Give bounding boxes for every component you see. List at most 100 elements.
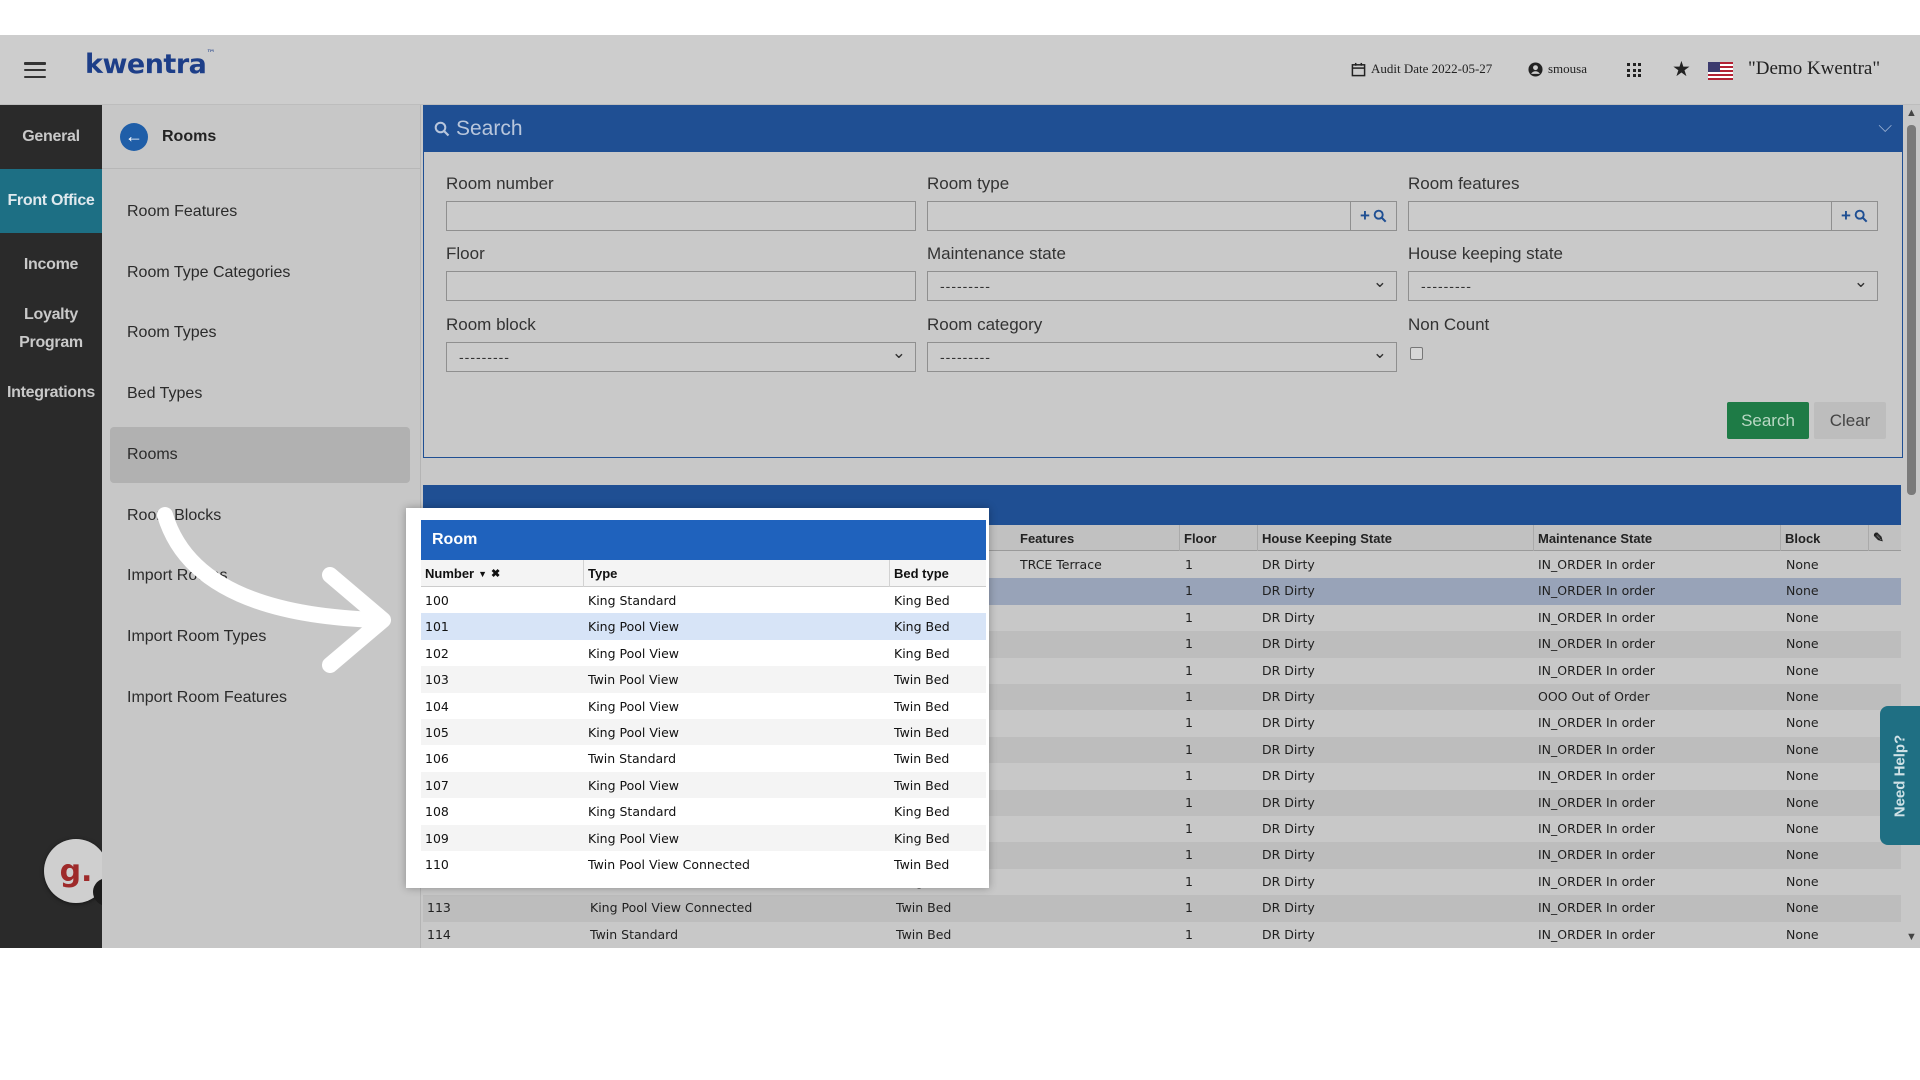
table-row[interactable]: 102 King Pool View King Bed bbox=[421, 640, 986, 666]
col-housekeeping-state[interactable]: House Keeping State bbox=[1258, 525, 1534, 551]
hamburger-menu-icon[interactable] bbox=[24, 62, 46, 78]
room-number-input[interactable] bbox=[446, 201, 916, 231]
col-bed-type[interactable]: Bed type bbox=[890, 560, 986, 587]
table-row[interactable]: 109 King Pool View King Bed bbox=[421, 824, 986, 851]
table-row[interactable]: 103 Twin Pool View Twin Bed bbox=[421, 666, 986, 693]
cell-number: 113 bbox=[427, 900, 451, 916]
cell-maint: IN_ORDER In order bbox=[1538, 900, 1655, 916]
col-block[interactable]: Block bbox=[1781, 525, 1869, 551]
table-row[interactable]: 107 King Pool View Twin Bed bbox=[421, 771, 986, 799]
col-maintenance-state[interactable]: Maintenance State bbox=[1534, 525, 1781, 551]
col-floor[interactable]: Floor bbox=[1180, 525, 1258, 551]
submenu-item-room-types[interactable]: Room Types bbox=[110, 305, 410, 361]
search-button[interactable]: Search bbox=[1727, 402, 1809, 439]
magnifier-icon bbox=[1854, 209, 1868, 223]
cell-bed: Twin Bed bbox=[894, 777, 950, 793]
room-features-lookup-button[interactable]: + bbox=[1831, 202, 1877, 230]
cell-number: 104 bbox=[425, 698, 449, 714]
top-bar: kwentra™ Audit Date 2022-05-27 smousa ★ … bbox=[0, 35, 1920, 105]
maintenance-state-select[interactable]: --------- bbox=[927, 271, 1397, 301]
remove-sort-icon[interactable]: ✖ bbox=[491, 567, 500, 580]
need-help-tab[interactable]: Need Help? bbox=[1880, 706, 1920, 845]
cell-block: None bbox=[1786, 900, 1819, 916]
col-type[interactable]: Type bbox=[584, 560, 890, 587]
cell-type: King Pool View bbox=[588, 830, 679, 846]
nav-loyalty-program[interactable]: Loyalty Program bbox=[0, 297, 102, 361]
cell-hk: DR Dirty bbox=[1262, 768, 1315, 784]
nav-income[interactable]: Income bbox=[0, 233, 102, 297]
col-number[interactable]: Number ▼ ✖ bbox=[421, 560, 584, 587]
submenu-item-bed-types[interactable]: Bed Types bbox=[110, 366, 410, 422]
hotel-name[interactable]: "Demo Kwentra" bbox=[1748, 58, 1880, 80]
cell-type: King Standard bbox=[588, 593, 677, 608]
favorites-star-icon[interactable]: ★ bbox=[1672, 57, 1691, 82]
cell-number: 103 bbox=[425, 672, 449, 688]
cell-bed: Twin Bed bbox=[894, 672, 950, 688]
clear-button[interactable]: Clear bbox=[1814, 402, 1886, 439]
cell-bed: Twin Bed bbox=[894, 751, 950, 767]
room-table-header: Room bbox=[421, 520, 986, 560]
table-row[interactable]: 100 King Standard King Bed bbox=[421, 587, 986, 613]
table-row[interactable]: 108 King Standard King Bed bbox=[421, 798, 986, 824]
table-row[interactable]: 101 King Pool View King Bed bbox=[421, 613, 986, 640]
floor-label: Floor bbox=[446, 244, 485, 263]
table-row[interactable]: 104 King Pool View Twin Bed bbox=[421, 693, 986, 719]
cell-maint: IN_ORDER In order bbox=[1538, 873, 1655, 889]
cell-hk: DR Dirty bbox=[1262, 662, 1315, 678]
us-flag-icon[interactable] bbox=[1708, 62, 1733, 80]
cell-block: None bbox=[1786, 847, 1819, 863]
non-count-checkbox[interactable] bbox=[1410, 347, 1423, 360]
cell-maint: IN_ORDER In order bbox=[1538, 715, 1655, 731]
submenu-item-room-type-categories[interactable]: Room Type Categories bbox=[110, 245, 410, 301]
room-type-lookup-button[interactable]: + bbox=[1350, 202, 1396, 230]
scroll-down-icon[interactable]: ▼ bbox=[1906, 931, 1917, 943]
table-row[interactable]: 106 Twin Standard Twin Bed bbox=[421, 745, 986, 771]
floor-input[interactable] bbox=[446, 271, 916, 301]
cell-maint: OOO Out of Order bbox=[1538, 689, 1650, 704]
submenu-item-import-room-features[interactable]: Import Room Features bbox=[110, 670, 410, 726]
room-features-label: Room features bbox=[1408, 174, 1520, 193]
cell-block: None bbox=[1786, 741, 1819, 757]
cell-floor: 1 bbox=[1185, 794, 1193, 810]
room-type-input[interactable]: + bbox=[927, 201, 1397, 231]
sort-desc-icon[interactable]: ▼ bbox=[478, 569, 487, 579]
cell-floor: 1 bbox=[1185, 583, 1193, 599]
table-row[interactable]: 113 King Pool View Connected Twin Bed 1 DR D… bbox=[423, 895, 1901, 922]
scrollbar-thumb[interactable] bbox=[1907, 125, 1916, 495]
housekeeping-state-select[interactable]: --------- bbox=[1408, 271, 1878, 301]
table-row[interactable]: 110 Twin Pool View Connected Twin Bed bbox=[421, 851, 986, 877]
col-features[interactable]: Features bbox=[1016, 525, 1180, 551]
cell-floor: 1 bbox=[1185, 821, 1193, 836]
cell-block: None bbox=[1786, 821, 1819, 836]
nav-integrations[interactable]: Integrations bbox=[0, 361, 102, 425]
nav-general[interactable]: General bbox=[0, 105, 102, 169]
cell-number: 105 bbox=[425, 725, 449, 740]
cell-type: King Pool View bbox=[588, 777, 679, 793]
submenu-item-rooms[interactable]: Rooms bbox=[110, 427, 410, 483]
cell-number: 101 bbox=[425, 619, 449, 635]
cell-block: None bbox=[1786, 926, 1819, 942]
room-block-select[interactable]: --------- bbox=[446, 342, 916, 372]
cell-block: None bbox=[1786, 662, 1819, 678]
search-panel-header[interactable]: Search ⌵ bbox=[424, 106, 1902, 152]
cell-maint: IN_ORDER In order bbox=[1538, 821, 1655, 836]
submenu-item-room-features[interactable]: Room Features bbox=[110, 184, 410, 240]
user-menu[interactable]: smousa bbox=[1528, 61, 1587, 77]
apps-grid-icon[interactable] bbox=[1627, 63, 1641, 77]
table-row[interactable]: 105 King Pool View Twin Bed bbox=[421, 719, 986, 746]
cell-maint: IN_ORDER In order bbox=[1538, 583, 1655, 599]
scroll-up-icon[interactable]: ▲ bbox=[1906, 107, 1917, 119]
room-category-select[interactable]: --------- bbox=[927, 342, 1397, 372]
chevron-down-icon[interactable]: ⌵ bbox=[1878, 116, 1892, 137]
cell-bed: King Bed bbox=[894, 830, 950, 846]
kwentra-logo[interactable]: kwentra™ bbox=[85, 49, 215, 80]
back-arrow-icon[interactable]: ← bbox=[120, 122, 148, 151]
table-row[interactable]: 114 Twin Standard Twin Bed 1 DR Dirty IN_ORDE… bbox=[423, 922, 1901, 948]
cell-type: Twin Standard bbox=[590, 926, 679, 942]
edit-pencil-icon[interactable]: ✎ bbox=[1869, 525, 1901, 551]
cell-hk: DR Dirty bbox=[1262, 847, 1315, 863]
cell-bed: Twin Bed bbox=[894, 857, 950, 872]
nav-front-office[interactable]: Front Office bbox=[0, 169, 102, 233]
room-features-input[interactable]: + bbox=[1408, 201, 1878, 231]
audit-date[interactable]: Audit Date 2022-05-27 bbox=[1351, 61, 1492, 77]
